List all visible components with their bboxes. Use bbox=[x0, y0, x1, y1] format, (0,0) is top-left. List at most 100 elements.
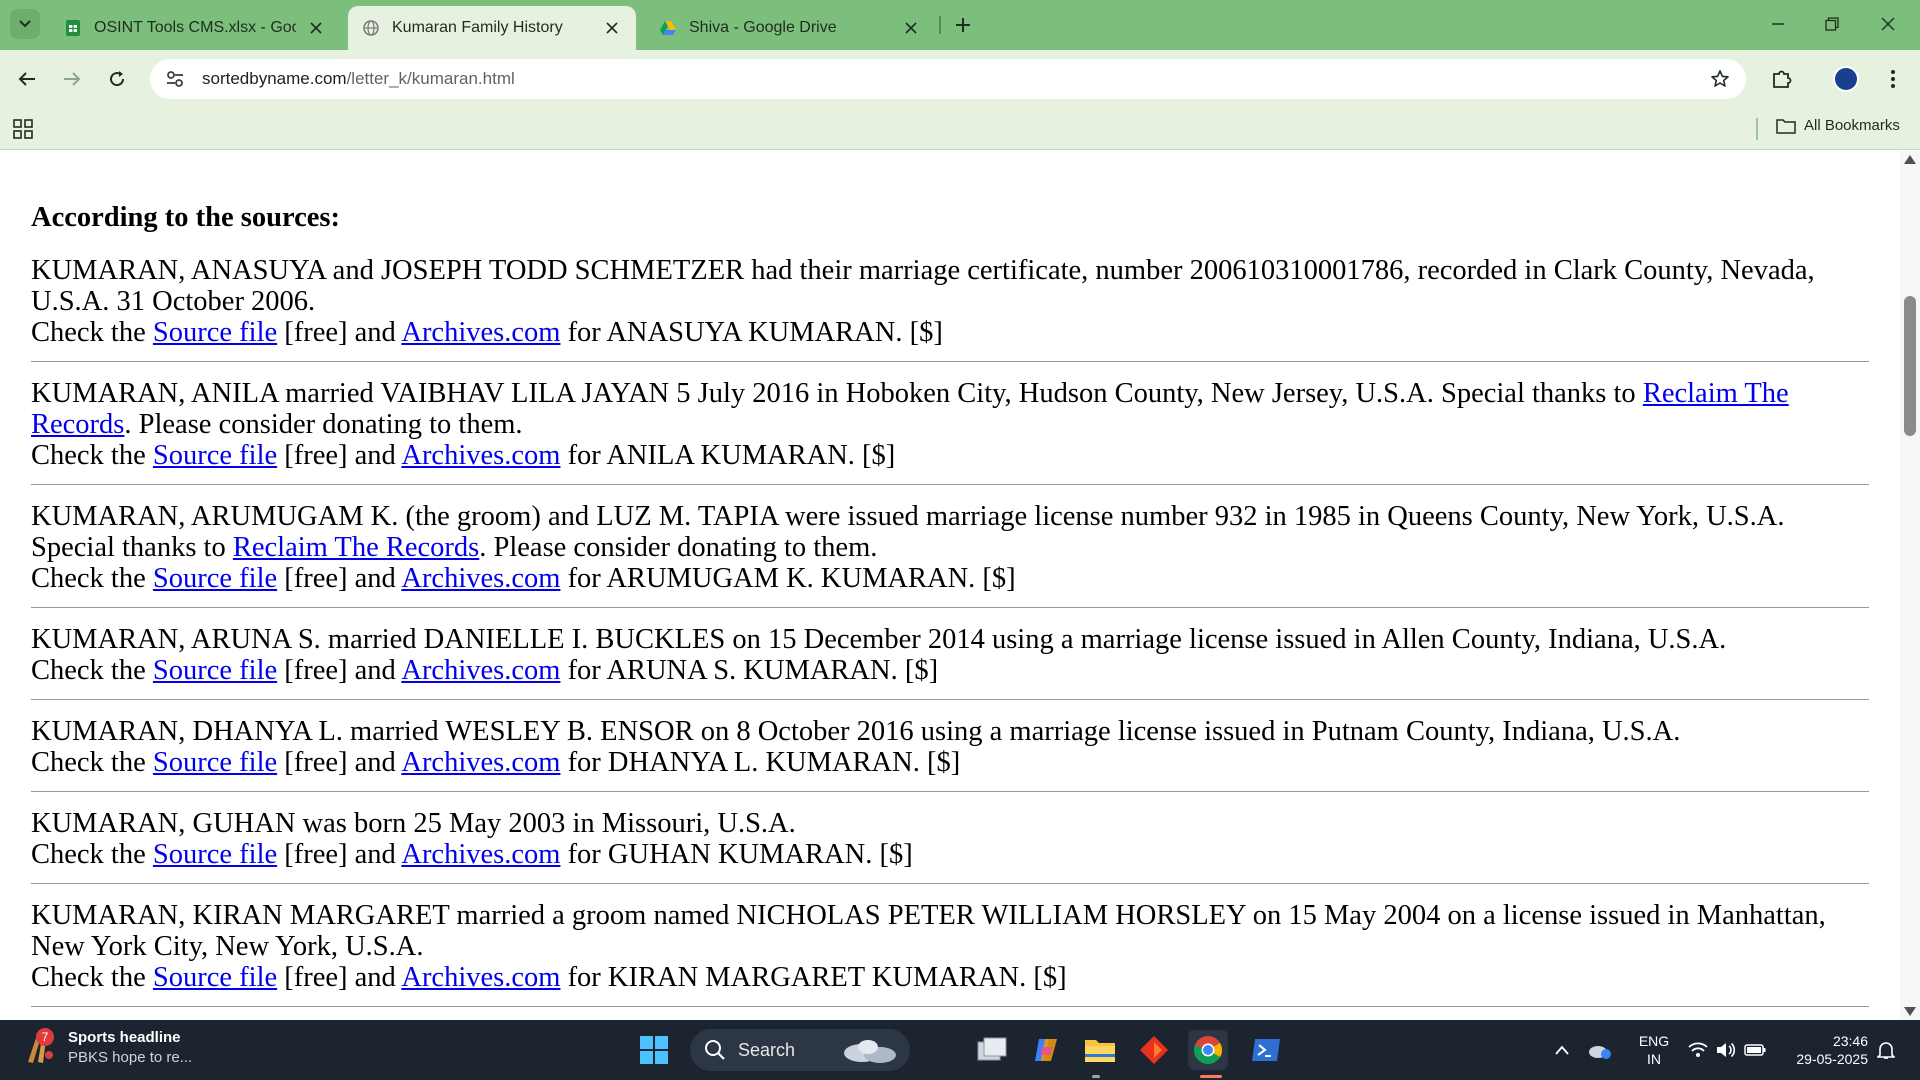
running-indicator bbox=[1092, 1075, 1100, 1078]
record-text: KUMARAN, ANILA married VAIBHAV LILA JAYA… bbox=[31, 378, 1869, 440]
arrow-right-icon bbox=[64, 72, 81, 86]
check-prefix: Check the bbox=[31, 563, 153, 594]
region-code: IN bbox=[1647, 1051, 1661, 1067]
onedrive-tray-button[interactable] bbox=[1588, 1038, 1612, 1062]
extensions-button[interactable] bbox=[1767, 64, 1797, 94]
archives-link[interactable]: Archives.com bbox=[401, 440, 560, 471]
source-file-link[interactable]: Source file bbox=[153, 962, 277, 993]
check-prefix: Check the bbox=[31, 839, 153, 870]
tab-close-button[interactable] bbox=[901, 18, 921, 38]
source-file-link[interactable]: Source file bbox=[153, 563, 277, 594]
source-file-link[interactable]: Source file bbox=[153, 317, 277, 348]
restore-icon bbox=[1825, 17, 1839, 31]
tab-shiva-drive[interactable]: Shiva - Google Drive bbox=[645, 6, 935, 50]
app-diamond-button[interactable] bbox=[1134, 1030, 1174, 1070]
site-info-button[interactable] bbox=[160, 64, 190, 94]
clock-time: 23:46 bbox=[1832, 1033, 1868, 1049]
archives-link[interactable]: Archives.com bbox=[401, 655, 560, 686]
reload-button[interactable] bbox=[102, 64, 132, 94]
back-button[interactable] bbox=[12, 64, 42, 94]
source-file-link[interactable]: Source file bbox=[153, 747, 277, 778]
free-text: [free] and bbox=[277, 839, 402, 870]
news-widget[interactable]: 7 Sports headline PBKS hope to re... bbox=[22, 1028, 192, 1068]
menu-button[interactable] bbox=[1878, 64, 1908, 94]
bookmark-star-button[interactable] bbox=[1708, 67, 1732, 91]
plus-icon bbox=[956, 18, 970, 32]
page-content: According to the sources: KUMARAN, ANASU… bbox=[31, 202, 1869, 1020]
network-button[interactable] bbox=[1686, 1038, 1710, 1062]
tab-close-button[interactable] bbox=[602, 18, 622, 38]
record-check-line: Check the Source file [free] and Archive… bbox=[31, 317, 1869, 348]
minimize-button[interactable] bbox=[1758, 8, 1798, 40]
chrome-button[interactable] bbox=[1188, 1030, 1228, 1070]
tab-search-button[interactable] bbox=[10, 9, 40, 39]
profile-button[interactable] bbox=[1831, 64, 1861, 94]
check-prefix: Check the bbox=[31, 747, 153, 778]
close-window-button[interactable] bbox=[1868, 8, 1908, 40]
chevron-up-icon bbox=[1555, 1045, 1569, 1055]
battery-button[interactable] bbox=[1742, 1038, 1768, 1062]
address-bar[interactable]: sortedbyname.com/letter_k/kumaran.html bbox=[150, 59, 1746, 99]
archives-link[interactable]: Archives.com bbox=[401, 962, 560, 993]
forward-button[interactable] bbox=[57, 64, 87, 94]
minimize-icon bbox=[1772, 23, 1784, 25]
volume-button[interactable] bbox=[1714, 1038, 1738, 1062]
tab-kumaran-family-history[interactable]: Kumaran Family History bbox=[348, 6, 636, 50]
record-check-line: Check the Source file [free] and Archive… bbox=[31, 440, 1869, 471]
tab-close-button[interactable] bbox=[306, 18, 326, 38]
check-prefix: Check the bbox=[31, 655, 153, 686]
divider bbox=[31, 1006, 1869, 1007]
record-entry: KUMARAN, DHANYA L. married WESLEY B. ENS… bbox=[31, 716, 1869, 792]
donate-text: . Please consider donating to them. bbox=[479, 532, 878, 563]
record-description: KUMARAN, KIRAN MARGARET married a groom … bbox=[31, 900, 1826, 962]
diamond-app-icon bbox=[1140, 1036, 1168, 1064]
archives-link[interactable]: Archives.com bbox=[401, 839, 560, 870]
source-file-link[interactable]: Source file bbox=[153, 655, 277, 686]
show-hidden-icons-button[interactable] bbox=[1552, 1038, 1572, 1062]
record-text: KUMARAN, DHANYA L. married WESLEY B. ENS… bbox=[31, 716, 1869, 747]
all-bookmarks-button[interactable]: All Bookmarks bbox=[1776, 117, 1900, 134]
source-file-link[interactable]: Source file bbox=[153, 440, 277, 471]
divider bbox=[31, 883, 1869, 884]
free-text: [free] and bbox=[277, 440, 402, 471]
restore-button[interactable] bbox=[1812, 8, 1852, 40]
record-text: KUMARAN, GUHAN was born 25 May 2003 in M… bbox=[31, 808, 1869, 839]
record-entry: KUMARAN, KIRAN MARGARET married a groom … bbox=[31, 900, 1869, 1007]
scroll-down-arrow-icon[interactable] bbox=[1904, 1007, 1916, 1016]
check-prefix: Check the bbox=[31, 317, 153, 348]
close-icon bbox=[606, 22, 618, 34]
file-explorer-button[interactable] bbox=[1080, 1030, 1120, 1070]
taskbar-search[interactable]: Search bbox=[690, 1029, 910, 1071]
start-button[interactable] bbox=[634, 1030, 674, 1070]
archives-link[interactable]: Archives.com bbox=[401, 563, 560, 594]
copilot-button[interactable] bbox=[1026, 1030, 1066, 1070]
free-text: [free] and bbox=[277, 655, 402, 686]
tune-icon bbox=[167, 71, 183, 87]
task-view-button[interactable] bbox=[972, 1030, 1012, 1070]
language-indicator[interactable]: ENG IN bbox=[1632, 1032, 1676, 1068]
record-text: KUMARAN, ARUNA S. married DANIELLE I. BU… bbox=[31, 624, 1869, 655]
archives-link[interactable]: Archives.com bbox=[401, 317, 560, 348]
tab-osint-tools[interactable]: OSINT Tools CMS.xlsx - Google bbox=[50, 6, 340, 50]
battery-icon bbox=[1744, 1044, 1766, 1056]
new-tab-button[interactable] bbox=[950, 12, 976, 38]
source-file-link[interactable]: Source file bbox=[153, 839, 277, 870]
check-prefix: Check the bbox=[31, 440, 153, 471]
notifications-button[interactable] bbox=[1874, 1038, 1898, 1062]
divider bbox=[31, 607, 1869, 608]
powershell-button[interactable] bbox=[1246, 1030, 1286, 1070]
apps-grid-icon[interactable] bbox=[12, 118, 34, 140]
scroll-thumb[interactable] bbox=[1904, 296, 1916, 436]
archives-link[interactable]: Archives.com bbox=[401, 747, 560, 778]
free-text: [free] and bbox=[277, 747, 402, 778]
record-description: KUMARAN, ANASUYA and JOSEPH TODD SCHMETZ… bbox=[31, 255, 1815, 317]
page-scrollbar[interactable] bbox=[1900, 151, 1920, 1020]
reclaim-the-records-link[interactable]: Reclaim The Records bbox=[233, 532, 479, 563]
avatar bbox=[1833, 66, 1859, 92]
system-clock[interactable]: 23:46 29-05-2025 bbox=[1776, 1032, 1868, 1068]
terminal-icon bbox=[1252, 1039, 1280, 1061]
scroll-up-arrow-icon[interactable] bbox=[1904, 155, 1916, 164]
drive-icon bbox=[660, 21, 676, 35]
bookmarks-divider bbox=[1756, 118, 1758, 140]
check-suffix: for DHANYA L. KUMARAN. [$] bbox=[560, 747, 961, 778]
